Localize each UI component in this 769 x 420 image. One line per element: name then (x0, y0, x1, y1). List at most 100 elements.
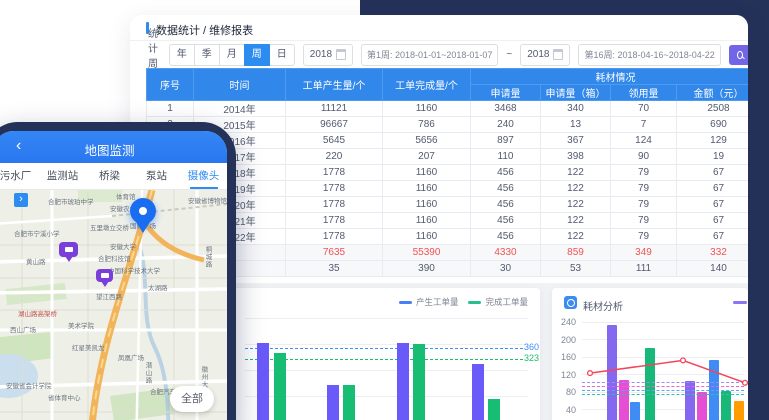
table-cell: 11121 (286, 101, 383, 117)
end-year-picker[interactable]: 2018 (520, 44, 570, 66)
table-cell: 96667 (286, 117, 383, 133)
bar-产生工单量[interactable] (397, 343, 409, 420)
sub-column-header: 申请量 (471, 85, 541, 101)
bar-产生工单量[interactable] (257, 343, 269, 420)
phone-screen: ‹ 地图监测 污水厂监测站桥梁泵站摄像头 (0, 131, 227, 420)
table-cell: 67 (677, 213, 749, 229)
table-cell: 1778 (286, 181, 383, 197)
phone-mockup: ‹ 地图监测 污水厂监测站桥梁泵站摄像头 (0, 122, 236, 420)
table-row: 72020年177811604561227967 (147, 197, 749, 213)
tab-污水厂[interactable]: 污水厂 (0, 163, 39, 189)
map-label: 望江西路 (96, 291, 122, 301)
chart-legend-line (733, 301, 747, 304)
chart-header: 耗材分析 (552, 288, 748, 316)
map-label: 安徽省会计学院 (6, 380, 52, 390)
legend-label: 完成工单量 (485, 296, 528, 308)
bar-series-1[interactable] (697, 392, 707, 420)
tab-桥梁[interactable]: 桥梁 (86, 163, 133, 189)
search-button[interactable]: 查询 (729, 45, 748, 65)
chart-legend[interactable]: 产生工单量 完成工单量 (399, 296, 528, 308)
table-cell: 1 (147, 101, 194, 117)
period-segment-季[interactable]: 季 (194, 44, 220, 66)
phone-header: ‹ 地图监测 (0, 131, 227, 163)
start-week-input[interactable]: 第1周: 2018-01-01~2018-01-07 (361, 44, 498, 66)
calendar-icon (336, 49, 346, 60)
table-cell: 19 (677, 149, 749, 165)
average-row: 平均值353903053111140 (147, 261, 749, 277)
bar-series-3[interactable] (645, 348, 655, 420)
bar-完成工单量[interactable] (343, 385, 355, 420)
bar-完成工单量[interactable] (413, 344, 425, 420)
bar-完成工单量[interactable] (274, 353, 286, 420)
map-label: 西山广场 (10, 324, 36, 334)
legend-marker (468, 301, 481, 304)
camera-pin[interactable] (96, 269, 113, 282)
table-cell: 3468 (471, 101, 541, 117)
y-axis-label: 80 (554, 387, 576, 397)
tab-摄像头[interactable]: 摄像头 (180, 163, 227, 189)
end-year-value: 2018 (527, 49, 549, 60)
legend-label: 产生工单量 (416, 296, 459, 308)
table-cell: 1160 (383, 101, 471, 117)
phone-tab-bar: 污水厂监测站桥梁泵站摄像头 (0, 163, 227, 190)
bar-series-4[interactable] (734, 401, 744, 420)
sub-column-header: 申请量（箱） (541, 85, 611, 101)
bar-series-0[interactable] (607, 325, 617, 420)
bar-产生工单量[interactable] (472, 364, 484, 420)
map-label: 合肥科技馆 (98, 253, 131, 263)
table-row: 32016年56455656897367124129 (147, 133, 749, 149)
legend-item[interactable]: 产生工单量 (399, 296, 459, 308)
period-segment-年[interactable]: 年 (169, 44, 195, 66)
gridline (245, 318, 528, 319)
consumable-chart-card: 耗材分析 2402001601208040 (552, 288, 748, 420)
camera-pin[interactable] (59, 242, 78, 257)
table-cell: 124 (611, 133, 677, 149)
legend-marker (399, 301, 412, 304)
y-axis-label: 200 (554, 335, 576, 345)
workorder-chart-card: 产生工单量完成工单量 360323 (233, 288, 540, 420)
map-label: 安徽省博物馆 (188, 195, 227, 205)
reference-line (245, 348, 523, 349)
chart-title: 耗材分析 (583, 298, 623, 313)
table-cell: 456 (471, 229, 541, 245)
end-week-input[interactable]: 第16周: 2018-04-16~2018-04-22 (578, 44, 720, 66)
bar-产生工单量[interactable] (327, 385, 339, 420)
period-segment-周[interactable]: 周 (244, 44, 270, 66)
table-cell: 67 (677, 181, 749, 197)
table-cell: 7 (611, 117, 677, 133)
tab-监测站[interactable]: 监测站 (39, 163, 86, 189)
bar-series-3[interactable] (721, 391, 731, 420)
camera-icon (101, 273, 109, 278)
legend-item[interactable]: 完成工单量 (468, 296, 528, 308)
chart-icon (564, 296, 577, 309)
gridline (245, 396, 528, 397)
period-segment-日[interactable]: 日 (269, 44, 295, 66)
table-cell: 110 (471, 149, 541, 165)
table-cell: 122 (541, 181, 611, 197)
show-all-button[interactable]: 全部 (170, 386, 214, 412)
map-pin-dot (139, 207, 147, 215)
table-cell: 1778 (286, 213, 383, 229)
bar-series-2[interactable] (630, 402, 640, 420)
map-view[interactable]: 合肥市琥珀中学体育馆安徽农业大学安徽省博物馆五里墩立交桥国购广场合肥市宁溪小学安… (0, 190, 227, 420)
y-axis-label: 120 (554, 370, 576, 380)
table-cell: 240 (471, 117, 541, 133)
tab-泵站[interactable]: 泵站 (133, 163, 180, 189)
total-row: 合计7635553904330859349332 (147, 245, 749, 261)
start-year-picker[interactable]: 2018 (303, 44, 353, 66)
table-cell: 897 (471, 133, 541, 149)
table-cell: 67 (677, 165, 749, 181)
table-cell: 367 (541, 133, 611, 149)
map-label: 美术学院 (68, 320, 94, 330)
period-segment-月[interactable]: 月 (219, 44, 245, 66)
y-axis-label: 240 (554, 317, 576, 327)
camera-icon (65, 247, 73, 252)
table-row: 92022年177811604561227967 (147, 229, 749, 245)
bar-完成工单量[interactable] (488, 399, 500, 420)
panel-expander-button[interactable]: › (14, 193, 28, 207)
table-cell: 1160 (383, 213, 471, 229)
start-year-value: 2018 (310, 49, 332, 60)
report-table-wrap: 序号时间工单产生量/个工单完成量/个耗材情况申请量申请量（箱）领用量金额（元）1… (146, 68, 748, 283)
map-label: 合肥市宁溪小学 (14, 228, 60, 238)
table-row: 62019年177811604561227967 (147, 181, 749, 197)
